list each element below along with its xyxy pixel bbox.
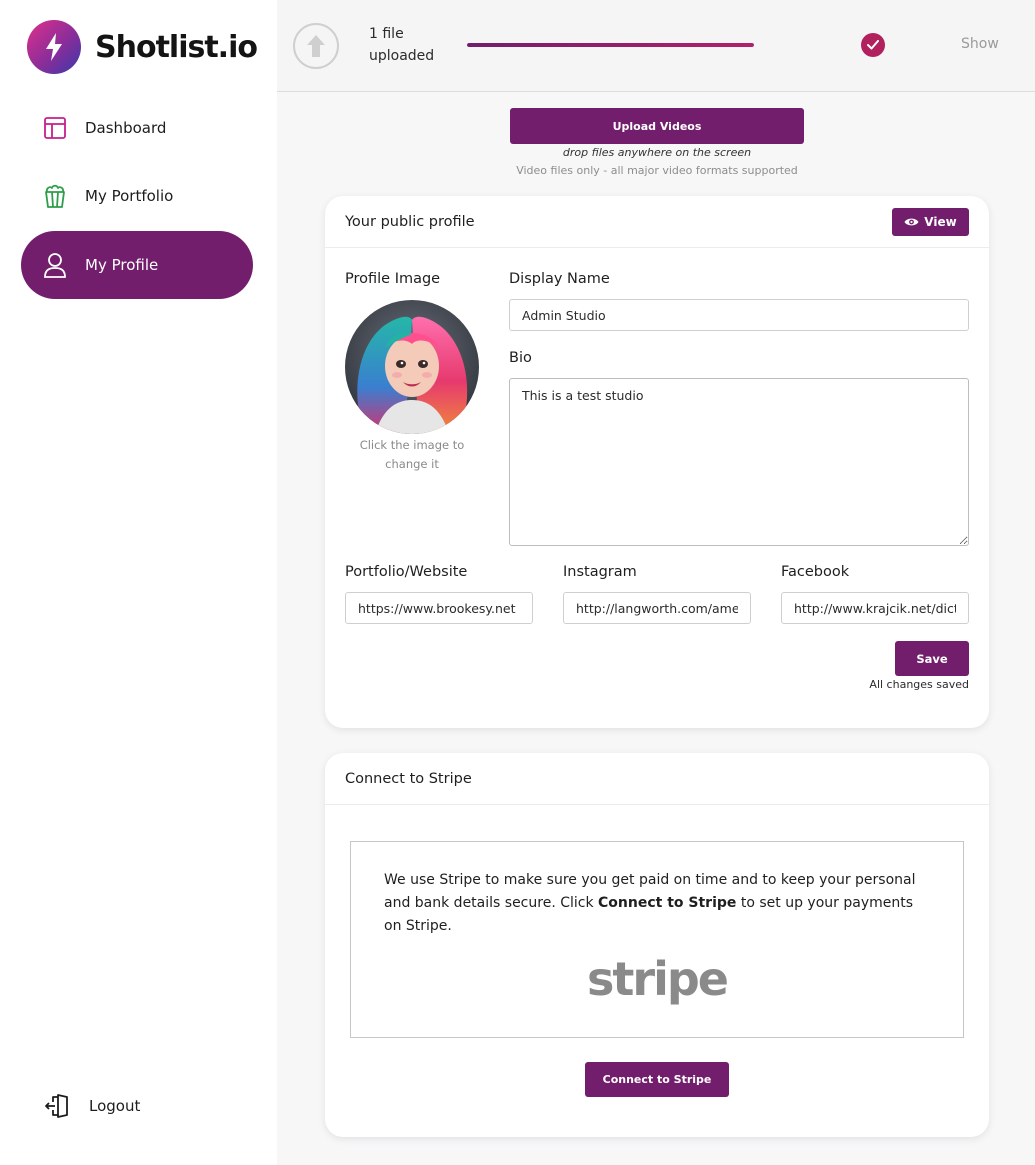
upload-count: 1 file <box>369 26 404 42</box>
sidebar-item-label: Dashboard <box>85 119 167 137</box>
bio-label: Bio <box>509 350 532 366</box>
eye-icon <box>904 218 919 226</box>
format-hint: Video files only - all major video forma… <box>516 164 798 177</box>
facebook-input[interactable] <box>781 592 969 624</box>
logout-icon <box>44 1093 70 1119</box>
stripe-text-bold: Connect to Stripe <box>598 895 737 911</box>
sidebar-item-dashboard[interactable]: Dashboard <box>21 94 253 162</box>
sidebar-item-label: My Portfolio <box>85 187 174 205</box>
sidebar-item-label: My Profile <box>85 256 159 274</box>
upload-progress-bar <box>467 43 754 47</box>
display-name-input[interactable] <box>509 299 969 331</box>
instagram-input[interactable] <box>563 592 751 624</box>
sidebar: Shotlist.io Dashboard My Portfolio My Pr… <box>0 0 277 1165</box>
sidebar-item-my-profile[interactable]: My Profile <box>21 231 253 299</box>
profile-image-label: Profile Image <box>345 271 441 287</box>
public-profile-card: Your public profile View Profile Image C… <box>325 196 989 728</box>
bio-textarea[interactable]: This is a test studio <box>509 378 969 546</box>
stripe-header: Connect to Stripe <box>325 753 989 805</box>
upload-arrow-icon <box>293 23 339 69</box>
stripe-logo: stripe <box>587 952 729 1006</box>
card-title: Your public profile <box>345 213 475 230</box>
view-label: View <box>924 215 957 229</box>
instagram-label: Instagram <box>563 564 637 580</box>
sidebar-item-my-portfolio[interactable]: My Portfolio <box>21 162 253 230</box>
public-profile-header: Your public profile View <box>325 196 989 248</box>
user-icon <box>42 252 68 278</box>
drop-hint: drop files anywhere on the screen <box>562 146 752 159</box>
lightning-bolt-icon <box>27 20 81 74</box>
popcorn-icon <box>42 183 68 209</box>
logout-label: Logout <box>89 1097 141 1115</box>
upload-state: uploaded <box>369 48 435 64</box>
stripe-info-box: We use Stripe to make sure you get paid … <box>350 841 964 1038</box>
upload-videos-button[interactable]: Upload Videos <box>510 108 804 144</box>
website-label: Portfolio/Website <box>345 564 468 580</box>
layout-icon <box>42 115 68 141</box>
upload-status-bar: 1 file uploaded Show <box>277 0 1035 92</box>
connect-to-stripe-button[interactable]: Connect to Stripe <box>585 1062 729 1097</box>
website-input[interactable] <box>345 592 533 624</box>
brand-name: Shotlist.io <box>95 29 258 65</box>
facebook-label: Facebook <box>781 564 850 580</box>
logout-button[interactable]: Logout <box>44 1093 140 1119</box>
view-profile-button[interactable]: View <box>892 208 969 236</box>
show-uploads-link[interactable]: Show <box>961 36 999 52</box>
check-icon <box>861 33 885 57</box>
stripe-description: We use Stripe to make sure you get paid … <box>384 869 934 938</box>
brand[interactable]: Shotlist.io <box>27 20 258 74</box>
display-name-label: Display Name <box>509 271 610 287</box>
stripe-card: Connect to Stripe We use Stripe to make … <box>325 753 989 1137</box>
avatar-hint: Click the image to change it <box>359 438 465 471</box>
card-title: Connect to Stripe <box>345 770 472 787</box>
upload-status-text: 1 file uploaded <box>369 23 459 67</box>
profile-avatar[interactable] <box>345 300 479 434</box>
upload-progress-fill <box>467 43 754 47</box>
save-button[interactable]: Save <box>895 641 969 676</box>
save-status: All changes saved <box>869 678 969 691</box>
